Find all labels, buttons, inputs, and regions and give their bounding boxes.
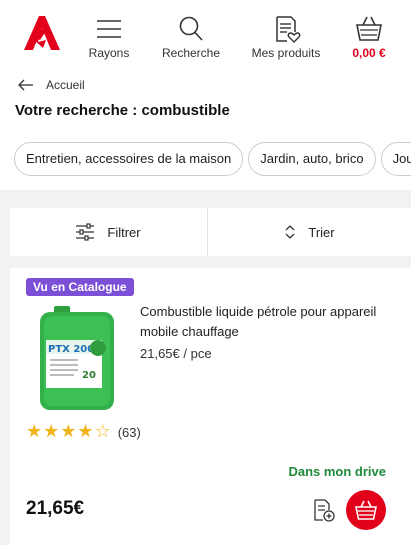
- breadcrumb-label: Accueil: [46, 78, 85, 92]
- product-image[interactable]: PTX 2000 20: [34, 304, 120, 412]
- nav-basket[interactable]: 0,00 €: [336, 14, 402, 60]
- product-image-volume: 20: [82, 370, 96, 381]
- chip-jardin[interactable]: Jardin, auto, brico: [248, 142, 376, 176]
- sort-chevrons-icon: [285, 225, 295, 239]
- basket-total: 0,00 €: [352, 46, 386, 60]
- star-outline-icon: ☆: [94, 421, 111, 442]
- page-title: Votre recherche : combustible: [15, 102, 230, 119]
- basket-icon: [355, 500, 377, 520]
- product-title[interactable]: Combustible liquide pétrole pour apparei…: [140, 302, 385, 342]
- filter-label: Filtrer: [107, 224, 141, 240]
- basket-icon: [356, 16, 382, 41]
- add-to-list-icon[interactable]: [311, 498, 335, 522]
- hamburger-menu-icon: [97, 20, 121, 38]
- sort-button[interactable]: Trier: [207, 208, 411, 256]
- nav-recherche[interactable]: Recherche: [146, 14, 236, 60]
- chip-entretien[interactable]: Entretien, accessoires de la maison: [14, 142, 244, 176]
- category-chips: Entretien, accessoires de la maison Jardi…: [14, 142, 411, 178]
- nav-mes-produits-label: Mes produits: [251, 46, 321, 60]
- nav-rayons-label: Rayons: [88, 46, 130, 60]
- add-to-cart-button[interactable]: [346, 490, 386, 530]
- sliders-icon: [76, 223, 95, 241]
- sort-label: Trier: [308, 224, 335, 240]
- catalogue-badge: Vu en Catalogue: [26, 278, 134, 296]
- product-price: 21,65€: [26, 498, 85, 519]
- product-rating: ★ ★ ★ ★ ☆ (63): [26, 423, 141, 441]
- back-arrow-icon: [18, 79, 33, 91]
- filter-sort-bar: Filtrer Trier: [10, 208, 411, 256]
- list-heart-icon: [276, 16, 301, 43]
- auchan-bird-logo-icon[interactable]: [20, 12, 62, 54]
- nav-mes-produits[interactable]: Mes produits: [240, 14, 332, 60]
- top-navigation: Rayons Recherche Mes produits 0,00 €: [0, 0, 411, 66]
- product-unit-price: 21,65€ / pce: [140, 346, 212, 361]
- star-icon: ★: [77, 421, 94, 442]
- star-icon: ★: [43, 421, 60, 442]
- nav-recherche-label: Recherche: [161, 46, 221, 60]
- filter-button[interactable]: Filtrer: [10, 208, 206, 256]
- search-icon: [179, 16, 203, 41]
- star-icon: ★: [26, 421, 43, 442]
- star-icon: ★: [60, 421, 77, 442]
- availability-status: Dans mon drive: [288, 464, 386, 479]
- chip-jouets[interactable]: Jouets: [380, 142, 411, 176]
- rating-count: (63): [117, 424, 141, 440]
- search-header: Accueil Votre recherche : combustible En…: [0, 66, 411, 190]
- nav-rayons[interactable]: Rayons: [64, 14, 154, 60]
- breadcrumb[interactable]: Accueil: [18, 78, 85, 92]
- product-card[interactable]: Vu en Catalogue PTX 2000 20 Combustible …: [10, 268, 411, 545]
